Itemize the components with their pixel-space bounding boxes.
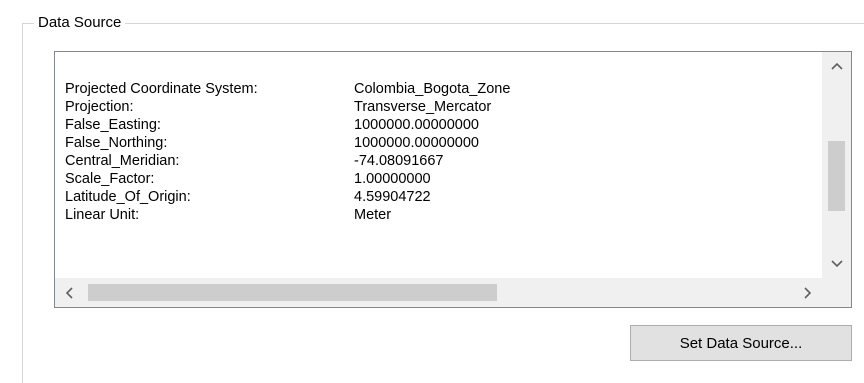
property-value: 1000000.00000000 — [354, 117, 479, 133]
list-item: Projection: Transverse_Mercator — [65, 98, 820, 116]
set-data-source-button[interactable]: Set Data Source... — [630, 325, 852, 361]
property-key: Projected Coordinate System: — [65, 81, 258, 97]
property-key: False_Northing: — [65, 135, 168, 151]
groupbox-title: Data Source — [34, 14, 126, 32]
scroll-down-button[interactable] — [822, 250, 851, 278]
coordinate-system-listbox[interactable]: Projected Coordinate System: Colombia_Bo… — [54, 51, 852, 308]
vertical-scrollbar[interactable] — [822, 52, 851, 278]
chevron-right-icon — [804, 286, 812, 299]
data-source-panel: Data Source Projected Coordinate System:… — [0, 0, 864, 383]
property-value: Transverse_Mercator — [354, 99, 492, 115]
list-item: False_Easting: 1000000.00000000 — [65, 116, 820, 134]
property-value: 1000000.00000000 — [354, 135, 479, 151]
property-value: -74.08091667 — [354, 153, 444, 169]
property-key: Projection: — [65, 99, 134, 115]
chevron-left-icon — [65, 286, 73, 299]
properties-list: Projected Coordinate System: Colombia_Bo… — [65, 80, 820, 224]
property-key: Central_Meridian: — [65, 153, 180, 169]
scroll-right-button[interactable] — [794, 278, 822, 307]
scrollbar-corner — [822, 278, 851, 307]
chevron-up-icon — [830, 62, 843, 70]
list-item: Central_Meridian: -74.08091667 — [65, 152, 820, 170]
property-key: Latitude_Of_Origin: — [65, 189, 191, 205]
vertical-scroll-thumb[interactable] — [828, 141, 845, 211]
property-value: Colombia_Bogota_Zone — [354, 81, 511, 97]
horizontal-scroll-thumb[interactable] — [88, 284, 497, 301]
horizontal-scrollbar[interactable] — [55, 278, 822, 307]
list-item: Scale_Factor: 1.00000000 — [65, 170, 820, 188]
property-value: Meter — [354, 207, 392, 223]
property-value: 4.59904722 — [354, 189, 431, 205]
scroll-up-button[interactable] — [822, 52, 851, 80]
list-item: Linear Unit: Meter — [65, 206, 820, 224]
list-item: Projected Coordinate System: Colombia_Bo… — [65, 80, 820, 98]
list-item: False_Northing: 1000000.00000000 — [65, 134, 820, 152]
property-value: 1.00000000 — [354, 171, 431, 187]
chevron-down-icon — [830, 260, 843, 268]
property-key: Scale_Factor: — [65, 171, 155, 187]
property-key: Linear Unit: — [65, 207, 140, 223]
property-key: False_Easting: — [65, 117, 161, 133]
scroll-left-button[interactable] — [55, 278, 83, 307]
list-item: Latitude_Of_Origin: 4.59904722 — [65, 188, 820, 206]
